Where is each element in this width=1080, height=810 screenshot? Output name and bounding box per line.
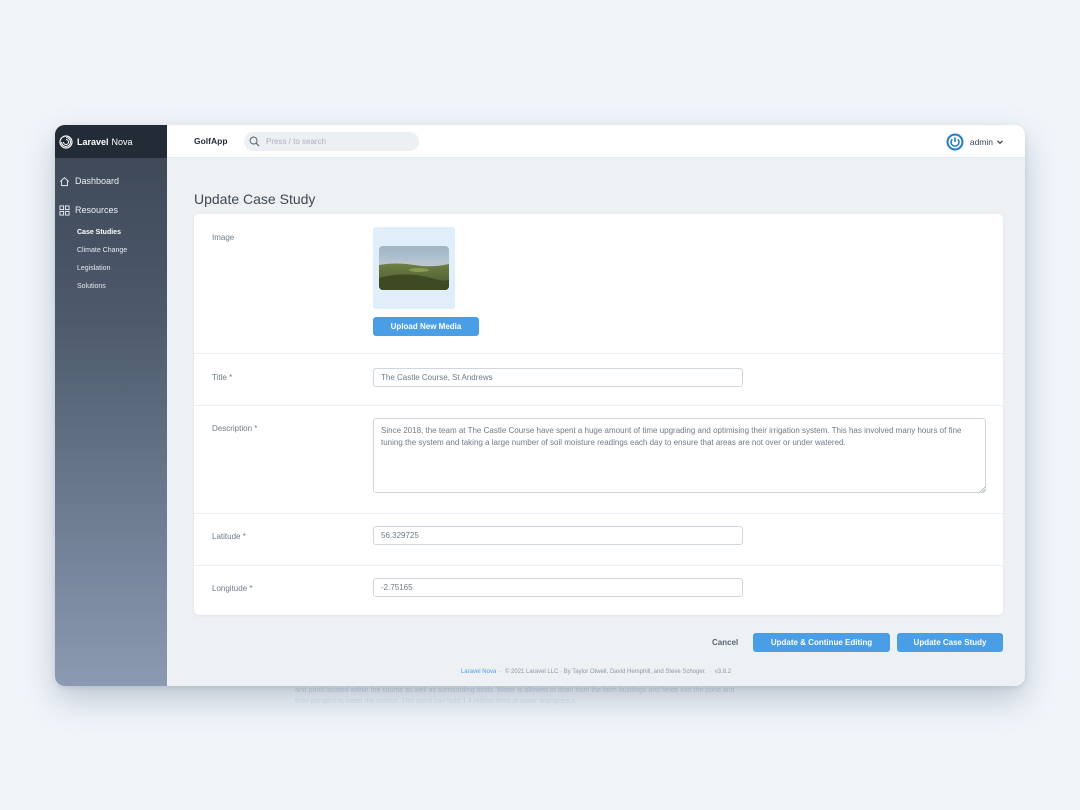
latitude-label: Latitude * (212, 532, 246, 541)
longitude-input[interactable] (373, 578, 743, 597)
main-content: Update Case Study Image Upload New Media… (167, 158, 1025, 686)
longitude-label: Longitude * (212, 584, 253, 593)
sidebar-item-legislation[interactable]: Legislation (77, 264, 127, 282)
nav-dashboard[interactable]: Dashboard (55, 173, 119, 189)
nav-resources[interactable]: Resources (55, 202, 118, 218)
grid-icon (59, 204, 70, 216)
title-input[interactable] (373, 368, 743, 387)
longitude-field-row: Longitude * (194, 566, 1003, 615)
footer: Laravel Nova · © 2021 Laravel LLC · By T… (460, 669, 732, 675)
background-text-line: then pumped to water the course. This po… (295, 698, 581, 705)
footer-credits: © 2021 Laravel LLC · By Taylor Otwell, D… (504, 669, 707, 675)
user-menu[interactable]: admin (946, 132, 1004, 151)
edit-form-card: Image Upload New Media Title * The Castl… (194, 214, 1003, 615)
app-window: Laravel Nova Dashboard Resources Case St… (55, 125, 1025, 686)
app-name[interactable]: GolfApp (194, 136, 228, 146)
top-header: GolfApp Press / to search admin (167, 125, 1025, 158)
search-bar[interactable]: Press / to search (244, 132, 419, 151)
sidebar-item-climate-change[interactable]: Climate Change (77, 246, 127, 264)
resource-list: Case Studies Climate Change Legislation … (77, 228, 127, 300)
description-field-row: Description * Since 2018, the team at Th… (194, 406, 1003, 514)
description-textarea[interactable]: Since 2018, the team at The Castle Cours… (373, 418, 986, 493)
latitude-input[interactable] (373, 526, 743, 545)
home-icon (60, 176, 69, 186)
nav-dashboard-label: Dashboard (75, 176, 120, 186)
user-name: admin (969, 136, 993, 147)
chevron-down-icon (996, 138, 1004, 146)
footer-link[interactable]: Laravel Nova (461, 669, 496, 675)
update-button[interactable]: Update Case Study (897, 633, 1003, 652)
title-label: Title * (212, 373, 233, 382)
image-label: Image (212, 233, 235, 242)
nav-resources-label: Resources (75, 205, 119, 215)
cancel-button[interactable]: Cancel (712, 638, 738, 647)
power-icon (946, 133, 964, 151)
search-icon (249, 136, 260, 147)
page-title: Update Case Study (194, 191, 316, 207)
title-field-row: Title * (194, 354, 1003, 406)
resize-handle-icon[interactable] (979, 486, 985, 492)
brand-name: Nova (111, 136, 133, 147)
brand-name-bold: Laravel (77, 136, 109, 147)
description-label: Description * (212, 424, 258, 433)
brand[interactable]: Laravel Nova (55, 125, 167, 158)
image-preview[interactable] (373, 227, 455, 309)
search-input[interactable]: Press / to search (266, 137, 326, 146)
background-text-line: and pond located within the course as we… (295, 687, 735, 694)
golf-course-thumbnail (379, 246, 449, 290)
background-text: and pond located within the course as we… (295, 685, 775, 707)
laravel-nova-swirl-icon (59, 134, 73, 149)
footer-version: v3.8.2 (714, 669, 732, 675)
image-field-row: Image Upload New Media (194, 214, 1003, 354)
update-continue-button[interactable]: Update & Continue Editing (753, 633, 890, 652)
sidebar: Laravel Nova Dashboard Resources Case St… (55, 125, 167, 686)
upload-media-button[interactable]: Upload New Media (373, 317, 479, 336)
sidebar-item-case-studies[interactable]: Case Studies (77, 228, 127, 246)
sidebar-item-solutions[interactable]: Solutions (77, 282, 127, 300)
latitude-field-row: Latitude * (194, 514, 1003, 566)
